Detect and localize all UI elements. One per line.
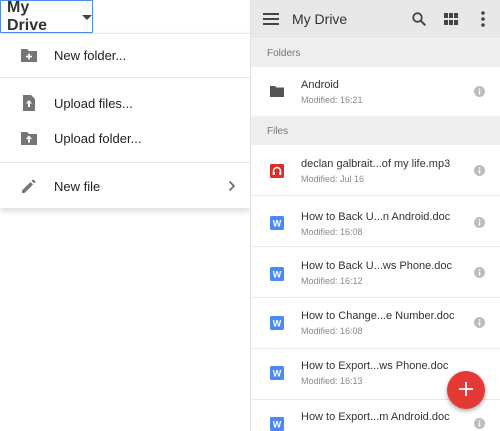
word-doc-icon: W: [270, 216, 284, 230]
info-icon[interactable]: [474, 217, 485, 228]
folder-name: Android: [301, 79, 339, 91]
menu-item-upload-files-label: Upload files...: [54, 95, 133, 111]
file-name: declan galbrait...of my life.mp3: [301, 158, 451, 170]
info-icon[interactable]: [474, 418, 485, 429]
mobile-drive-panel: My Drive Folders Android Modified: 16:21: [250, 0, 500, 431]
folder-modified: Modified: 16:21: [301, 95, 363, 105]
svg-text:W: W: [273, 369, 282, 379]
chevron-right-icon: [228, 180, 236, 192]
file-modified: Modified: 16:08: [301, 326, 363, 336]
menu-icon[interactable]: [263, 12, 279, 26]
file-name: How to Export...m Android.doc: [301, 411, 450, 423]
menu-item-new-folder-label: New folder...: [54, 47, 127, 63]
menu-item-new-file[interactable]: New file: [0, 169, 250, 203]
file-name: How to Back U...n Android.doc: [301, 211, 451, 223]
info-icon[interactable]: [474, 86, 485, 97]
file-row[interactable]: W How to Back U...n Android.doc Modified…: [251, 196, 500, 246]
file-row[interactable]: W How to Back U...ws Phone.doc Modified:…: [251, 247, 500, 297]
file-modified: Modified: 16:08: [301, 227, 363, 237]
menu-divider: [0, 162, 250, 163]
word-doc-icon: W: [270, 267, 284, 281]
desktop-drive-panel: My Drive New folder... Upload files... U…: [0, 0, 250, 431]
caret-down-icon: [82, 15, 92, 20]
svg-text:W: W: [273, 219, 282, 229]
file-name: How to Export...ws Phone.doc: [301, 360, 449, 372]
grid-view-icon[interactable]: [444, 12, 458, 26]
audio-file-icon: [270, 164, 284, 178]
word-doc-icon: W: [270, 417, 284, 431]
info-icon[interactable]: [474, 317, 485, 328]
info-icon[interactable]: [474, 267, 485, 278]
svg-text:W: W: [273, 319, 282, 329]
svg-text:W: W: [273, 270, 282, 280]
info-icon[interactable]: [474, 165, 485, 176]
menu-divider: [0, 77, 250, 78]
new-menu: New folder... Upload files... Upload fol…: [0, 33, 250, 208]
folder-row[interactable]: Android Modified: 16:21: [251, 67, 500, 115]
new-folder-icon: [21, 49, 37, 62]
upload-folder-icon: [21, 132, 37, 145]
menu-item-upload-files[interactable]: Upload files...: [0, 86, 250, 120]
file-modified: Modified: 16:12: [301, 276, 363, 286]
file-modified: Modified: Jul 16: [301, 174, 365, 184]
menu-item-new-folder[interactable]: New folder...: [0, 38, 250, 72]
svg-text:W: W: [273, 420, 282, 430]
my-drive-dropdown-button[interactable]: My Drive: [0, 0, 93, 34]
more-vert-icon[interactable]: [481, 11, 485, 27]
file-name: How to Back U...ws Phone.doc: [301, 260, 453, 272]
word-doc-icon: W: [270, 316, 284, 330]
menu-item-upload-folder[interactable]: Upload folder...: [0, 121, 250, 155]
word-doc-icon: W: [270, 366, 284, 380]
pencil-icon: [22, 179, 36, 193]
page-title: My Drive: [292, 11, 348, 27]
section-header-folders: Folders: [251, 39, 500, 67]
section-header-files: Files: [251, 117, 500, 145]
file-modified: Modified: 16:13: [301, 376, 363, 386]
file-row[interactable]: declan galbrait...of my life.mp3 Modifie…: [251, 145, 500, 195]
my-drive-label: My Drive: [7, 0, 48, 34]
file-name: How to Change...e Number.doc: [301, 310, 455, 322]
menu-item-upload-folder-label: Upload folder...: [54, 130, 142, 146]
upload-file-icon: [23, 95, 35, 111]
add-fab-button[interactable]: +: [447, 371, 485, 409]
menu-item-new-file-label: New file: [54, 178, 101, 194]
folder-icon: [270, 86, 284, 97]
app-bar: My Drive: [251, 0, 500, 38]
plus-icon: +: [456, 377, 476, 402]
search-icon[interactable]: [411, 11, 427, 27]
file-row[interactable]: W How to Change...e Number.doc Modified:…: [251, 298, 500, 348]
